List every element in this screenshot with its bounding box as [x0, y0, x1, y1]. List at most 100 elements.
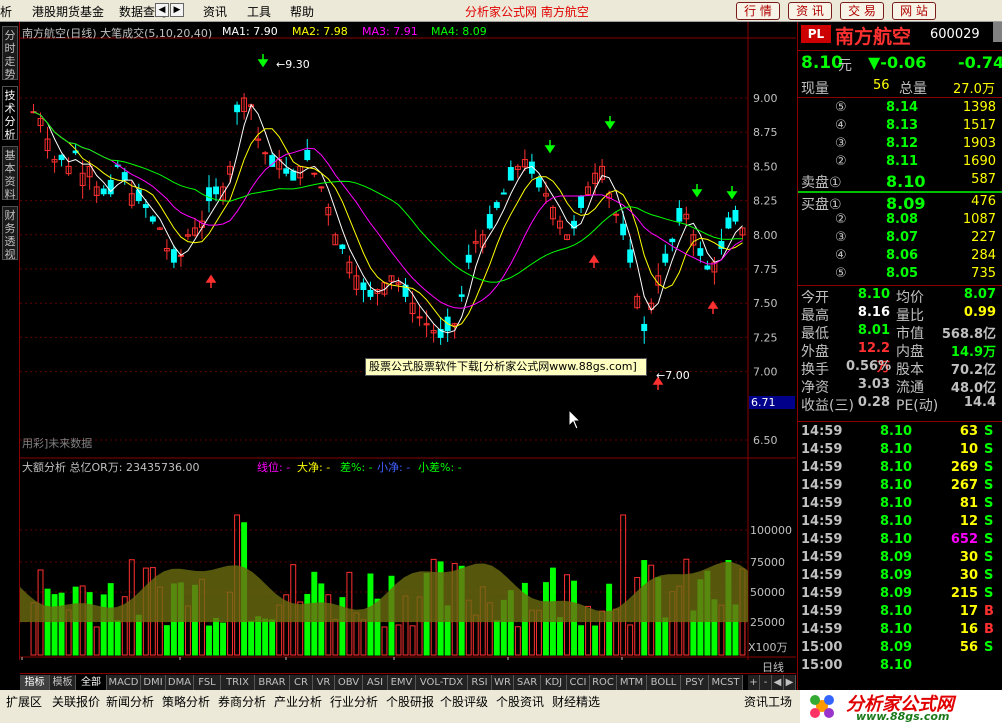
status-tab[interactable]: 券商分析	[218, 693, 266, 710]
window-title: 分析家公式网 南方航空	[465, 5, 589, 19]
indicator-tab[interactable]: MCST	[709, 675, 743, 690]
price-axis-tick: 7.00	[753, 366, 778, 379]
menu-tools[interactable]: 工具	[247, 3, 271, 20]
indicator-tab[interactable]: SAR	[514, 675, 541, 690]
sub-chart-header: 大额分析 总亿OR万: 23435736.00	[22, 461, 200, 474]
indicator-tab[interactable]: 全部	[76, 675, 107, 690]
indicator-tab[interactable]: VOL-TDX	[416, 675, 468, 690]
low-price-label: ←7.00	[656, 369, 690, 382]
indicator-tab[interactable]: DMI	[141, 675, 166, 690]
candle-body	[367, 289, 374, 297]
candle-body	[318, 186, 325, 189]
tick-volume: 17	[959, 604, 978, 619]
status-tab[interactable]: 行业分析	[330, 693, 378, 710]
indicator-tab[interactable]: ASI	[363, 675, 388, 690]
indicator-tab[interactable]: BRAR	[255, 675, 290, 690]
signal-arrow-icon	[691, 184, 703, 198]
volume-bar	[262, 618, 269, 656]
indicator-tabs: 指标 模板 全部 MACD DMI DMA FSL TRIX BRAR CR VR OBV ASI EMV…	[20, 673, 796, 690]
status-tab[interactable]: 策略分析	[162, 693, 210, 710]
quote-panel: PL 南方航空 600029 8.10 元 ▼-0.06 -0.74 现量 56 总量 27.0万 ⑤…	[797, 22, 1002, 690]
left-tab-strip: 分时走势 技术分析 基本资料 财务透视	[0, 22, 20, 660]
status-tab[interactable]: 资讯工场	[744, 693, 792, 710]
tab-financials[interactable]: 财务透视	[2, 206, 18, 261]
scroll-right-icon[interactable]: ▶	[784, 675, 796, 690]
tab-fundamentals[interactable]: 基本资料	[2, 146, 18, 201]
volume-now-value: 56	[873, 78, 890, 93]
ma4-label: MA4: 8.09	[431, 25, 487, 38]
indicator-tab[interactable]: 指标	[20, 675, 50, 690]
indicator-tab[interactable]: OBV	[335, 675, 363, 690]
candle-body	[641, 323, 648, 332]
indicator-tab[interactable]: WR	[492, 675, 514, 690]
status-tab[interactable]: 关联报价	[52, 693, 100, 710]
indicator-tab[interactable]: CR	[290, 675, 313, 690]
status-tab[interactable]: 新闻分析	[106, 693, 154, 710]
scroll-left-icon[interactable]: ◀	[155, 3, 169, 17]
indicator-tab[interactable]: 模板	[50, 675, 76, 690]
tick-volume: 269	[950, 460, 978, 475]
scroll-right-icon[interactable]: ▶	[170, 3, 184, 17]
indicator-tab[interactable]: KDJ	[541, 675, 567, 690]
price-axis-tick: 8.75	[753, 126, 778, 139]
scrollbar-stub[interactable]	[993, 22, 1002, 42]
indicator-tab[interactable]: CCI	[567, 675, 590, 690]
status-tab[interactable]: 扩展区	[6, 693, 42, 710]
status-tab[interactable]: 个股研报	[386, 693, 434, 710]
indicator-tab[interactable]: BOLL	[647, 675, 681, 690]
stat-label: 净资	[801, 380, 829, 396]
trade-button[interactable]: 交 易	[840, 2, 884, 20]
indicator-tab[interactable]: EMV	[388, 675, 416, 690]
menu-hk-futures[interactable]: 港股期货基金	[32, 3, 104, 20]
candle-body	[339, 244, 346, 249]
scroll-left-icon[interactable]: ◀	[772, 675, 784, 690]
indicator-tab[interactable]: ROC	[590, 675, 617, 690]
volume-bar	[592, 625, 599, 656]
indicator-tab[interactable]: RSI	[468, 675, 492, 690]
news-button[interactable]: 资 讯	[788, 2, 832, 20]
zoom-in-icon[interactable]: +	[748, 675, 760, 690]
stock-badge: PL	[801, 25, 831, 43]
status-tab[interactable]: 财经精选	[552, 693, 600, 710]
menu-help[interactable]: 帮助	[290, 3, 314, 20]
candle-body	[213, 186, 219, 195]
tab-intraday[interactable]: 分时走势	[2, 26, 18, 81]
volume-bar	[100, 594, 107, 656]
tab-technical[interactable]: 技术分析	[2, 86, 18, 141]
zoom-out-icon[interactable]: -	[760, 675, 772, 690]
quote-button[interactable]: 行 情	[736, 2, 780, 20]
kline-chart-area[interactable]: 9.00 8.75 8.50 8.25 8.00 7.75 7.50 7.25 7.00 6.50…	[20, 22, 796, 674]
tick-price: 8.10	[880, 460, 913, 475]
sell-volume: 1517	[962, 118, 996, 133]
indicator-tab[interactable]: DMA	[166, 675, 194, 690]
menu-news[interactable]: 资讯	[203, 3, 227, 20]
candle-body	[416, 316, 423, 319]
tick-side: S	[984, 532, 994, 547]
tick-price: 8.09	[880, 586, 913, 601]
menu-analysis[interactable]: 析	[0, 3, 12, 20]
ma3-line	[33, 111, 743, 309]
indicator-tab[interactable]: MTM	[617, 675, 647, 690]
indicator-tab[interactable]: VR	[313, 675, 335, 690]
indicator-tab[interactable]: MACD	[107, 675, 141, 690]
kline-chart-svg[interactable]: 9.00 8.75 8.50 8.25 8.00 7.75 7.50 7.25 7.00 6.50…	[20, 22, 796, 660]
tick-price: 8.10	[880, 658, 913, 673]
candle-body	[170, 249, 177, 263]
tick-time: 14:59	[801, 568, 843, 583]
status-tab[interactable]: 个股评级	[440, 693, 488, 710]
stat-label: 换手	[801, 362, 829, 378]
volume-bar	[662, 617, 669, 656]
indicator-tab[interactable]: TRIX	[221, 675, 255, 690]
website-button[interactable]: 网 站	[892, 2, 936, 20]
vol-unit-label: X100万	[748, 641, 788, 654]
status-tab[interactable]: 个股资讯	[496, 693, 544, 710]
volume-bar	[213, 617, 219, 656]
sell-price: 8.12	[886, 136, 919, 151]
status-tab[interactable]: 产业分析	[274, 693, 322, 710]
candle-body	[578, 195, 584, 208]
buy-level-label: ⑤	[835, 266, 847, 281]
price-axis-tick: 8.25	[753, 195, 778, 208]
indicator-tab[interactable]: PSY	[681, 675, 709, 690]
indicator-tab[interactable]: FSL	[194, 675, 221, 690]
date-axis-label: 7	[510, 659, 517, 660]
